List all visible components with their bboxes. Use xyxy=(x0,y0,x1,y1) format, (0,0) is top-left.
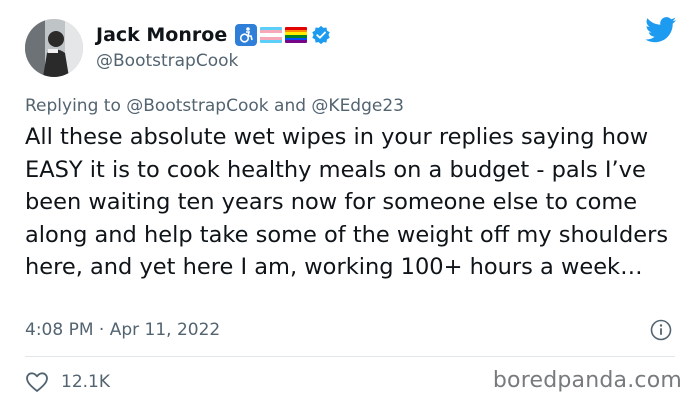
replying-to-joiner: and xyxy=(268,96,312,116)
twitter-bird-icon[interactable] xyxy=(645,17,677,43)
accessibility-icon xyxy=(235,24,258,46)
watermark: boredpanda.com xyxy=(492,368,682,393)
mention-link-1[interactable]: @BootstrapCook xyxy=(126,96,268,116)
display-name[interactable]: Jack Monroe xyxy=(96,24,227,46)
tweet-text: All these absolute wet wipes in your rep… xyxy=(25,124,669,280)
heart-icon xyxy=(26,372,48,392)
author-handle[interactable]: @BootstrapCook xyxy=(96,51,238,71)
divider xyxy=(25,356,675,357)
like-count: 12.1K xyxy=(61,372,110,392)
info-icon[interactable] xyxy=(650,319,672,341)
transgender-flag-icon xyxy=(260,27,283,43)
rainbow-flag-icon xyxy=(285,27,308,43)
tweet-timestamp[interactable]: 4:08 PM · Apr 11, 2022 xyxy=(25,320,220,340)
verified-badge-icon xyxy=(312,25,330,45)
replying-to-prefix: Replying to xyxy=(25,96,127,116)
replying-to-line: Replying to @BootstrapCook and @KEdge23 xyxy=(25,96,404,116)
like-button[interactable]: 12.1K xyxy=(25,371,110,393)
name-emojis xyxy=(235,24,308,46)
author-name-row: Jack Monroe xyxy=(96,21,331,49)
mention-link-2[interactable]: @KEdge23 xyxy=(311,96,404,116)
avatar[interactable] xyxy=(25,19,83,77)
